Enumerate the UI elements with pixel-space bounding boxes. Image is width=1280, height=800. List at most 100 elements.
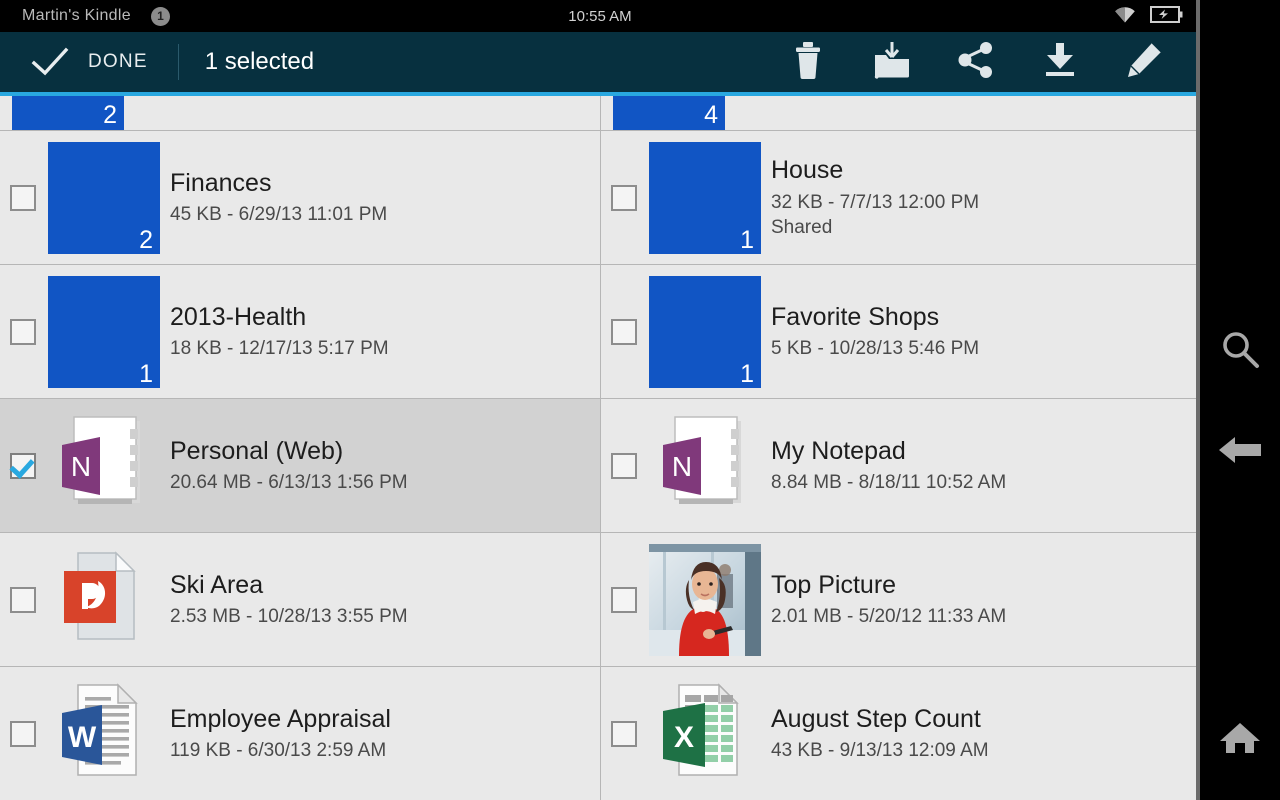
done-button[interactable]: DONE: [88, 51, 148, 73]
folder-count: 2: [103, 101, 117, 129]
onenote-icon: N: [56, 411, 152, 520]
item-subtitle: 2.53 MB - 10/28/13 3:55 PM: [170, 606, 408, 628]
item-subtitle: 20.64 MB - 6/13/13 1:56 PM: [170, 472, 408, 494]
pencil-icon: [1125, 41, 1163, 84]
item-title: Ski Area: [170, 570, 264, 599]
row-checkbox[interactable]: [611, 720, 637, 747]
wifi-icon: [1112, 4, 1138, 29]
download-icon: [1043, 41, 1077, 84]
row-checkbox[interactable]: [10, 452, 36, 479]
item-title: Personal (Web): [170, 436, 344, 465]
item-meta: August Step Count 43 KB - 9/13/13 12:09 …: [771, 705, 989, 763]
folder-count: 1: [740, 359, 754, 388]
search-button[interactable]: [1200, 312, 1280, 392]
item-subtitle: 43 KB - 9/13/13 12:09 AM: [771, 740, 989, 762]
item-title: House: [771, 156, 844, 185]
folder-count: 1: [740, 225, 754, 254]
list-item[interactable]: 1 House 32 KB - 7/7/13 12:00 PM Shared: [600, 131, 1200, 264]
back-button[interactable]: [1200, 412, 1280, 492]
item-meta: House 32 KB - 7/7/13 12:00 PM Shared: [771, 156, 979, 239]
status-bar: Martin's Kindle 1 10:55 AM: [0, 0, 1200, 32]
table-row[interactable]: Ski Area 2.53 MB - 10/28/13 3:55 PM Top …: [0, 533, 1200, 667]
icon-slot: 2: [12, 96, 124, 130]
folder-icon: 4: [613, 96, 725, 130]
table-row[interactable]: N Personal (Web) 20.64 MB - 6/13/13 1:56…: [0, 399, 1200, 533]
list-item[interactable]: 4: [600, 96, 1200, 130]
delete-button[interactable]: [766, 32, 850, 92]
svg-text:N: N: [672, 451, 692, 482]
item-title: Top Picture: [771, 570, 897, 599]
row-checkbox[interactable]: [611, 184, 637, 211]
table-row[interactable]: W Employee Appraisal 119 KB - 6/30/13 2:…: [0, 667, 1200, 800]
item-meta: Personal (Web) 20.64 MB - 6/13/13 1:56 P…: [170, 437, 408, 495]
powerpoint-icon: [56, 545, 152, 654]
item-meta: Employee Appraisal 119 KB - 6/30/13 2:59…: [170, 705, 391, 763]
search-icon: [1219, 329, 1261, 376]
icon-slot: [649, 543, 761, 656]
action-bar: DONE 1 selected: [0, 32, 1200, 92]
svg-text:W: W: [68, 721, 97, 754]
table-row[interactable]: 2 4: [0, 96, 1200, 131]
list-item[interactable]: 1 2013-Health 18 KB - 12/17/13 5:17 PM: [0, 265, 600, 398]
list-item[interactable]: Top Picture 2.01 MB - 5/20/12 11:33 AM: [600, 533, 1200, 666]
list-item[interactable]: X August Step Count 43 KB - 9/13/13 12:0…: [600, 667, 1200, 800]
onenote-icon: N: [657, 411, 753, 520]
file-list[interactable]: 2 4 2 Finances 45 KB - 6/29/13 11:01 PM …: [0, 96, 1200, 800]
row-checkbox[interactable]: [10, 586, 36, 613]
item-title: Finances: [170, 168, 272, 197]
folder-icon: 1: [48, 275, 160, 388]
row-checkbox[interactable]: [10, 318, 36, 345]
item-shared-label: Shared: [771, 216, 833, 238]
item-title: My Notepad: [771, 436, 906, 465]
download-button[interactable]: [1018, 32, 1102, 92]
checkmark-icon[interactable]: [30, 42, 70, 82]
folder-count: 2: [139, 225, 153, 254]
rename-button[interactable]: [1102, 32, 1186, 92]
photo-thumbnail: [649, 543, 761, 656]
row-checkbox[interactable]: [611, 452, 637, 479]
folder-icon: 1: [649, 275, 761, 388]
item-title: Employee Appraisal: [170, 704, 391, 733]
row-checkbox[interactable]: [10, 184, 36, 211]
excel-icon: X: [657, 679, 753, 788]
list-item[interactable]: 1 Favorite Shops 5 KB - 10/28/13 5:46 PM: [600, 265, 1200, 398]
folder-count: 1: [139, 359, 153, 388]
item-subtitle: 45 KB - 6/29/13 11:01 PM: [170, 204, 388, 226]
status-indicators: [1112, 4, 1184, 29]
action-bar-actions: [766, 32, 1186, 92]
home-icon: [1218, 720, 1262, 761]
word-icon: W: [56, 679, 152, 788]
svg-text:X: X: [674, 721, 694, 754]
move-button[interactable]: [850, 32, 934, 92]
folder-count: 4: [704, 101, 718, 129]
home-button[interactable]: [1200, 700, 1280, 780]
list-item[interactable]: 2: [0, 96, 600, 130]
icon-slot: 1: [649, 141, 761, 254]
list-item-selected[interactable]: N Personal (Web) 20.64 MB - 6/13/13 1:56…: [0, 399, 600, 532]
svg-text:N: N: [71, 451, 91, 482]
row-checkbox[interactable]: [611, 586, 637, 613]
list-item[interactable]: W Employee Appraisal 119 KB - 6/30/13 2:…: [0, 667, 600, 800]
list-item[interactable]: 2 Finances 45 KB - 6/29/13 11:01 PM: [0, 131, 600, 264]
row-checkbox[interactable]: [10, 720, 36, 747]
list-item[interactable]: N My Notepad 8.84 MB - 8/18/11 10:52 AM: [600, 399, 1200, 532]
list-item[interactable]: Ski Area 2.53 MB - 10/28/13 3:55 PM: [0, 533, 600, 666]
icon-slot: 2: [48, 141, 160, 254]
battery-charging-icon: [1150, 4, 1184, 29]
selection-count-label: 1 selected: [204, 48, 315, 75]
icon-slot: [48, 545, 160, 654]
icon-slot: N: [649, 411, 761, 520]
item-meta: My Notepad 8.84 MB - 8/18/11 10:52 AM: [771, 437, 1006, 495]
item-subtitle: 18 KB - 12/17/13 5:17 PM: [170, 338, 389, 360]
row-checkbox[interactable]: [611, 318, 637, 345]
share-button[interactable]: [934, 32, 1018, 92]
icon-slot: 4: [613, 96, 725, 130]
table-row[interactable]: 1 2013-Health 18 KB - 12/17/13 5:17 PM 1…: [0, 265, 1200, 399]
back-arrow-icon: [1217, 433, 1263, 472]
folder-icon: 2: [12, 96, 124, 130]
icon-slot: 1: [48, 275, 160, 388]
table-row[interactable]: 2 Finances 45 KB - 6/29/13 11:01 PM 1 Ho…: [0, 131, 1200, 265]
item-meta: 2013-Health 18 KB - 12/17/13 5:17 PM: [170, 303, 389, 361]
item-meta: Finances 45 KB - 6/29/13 11:01 PM: [170, 169, 387, 227]
trash-icon: [791, 41, 825, 84]
